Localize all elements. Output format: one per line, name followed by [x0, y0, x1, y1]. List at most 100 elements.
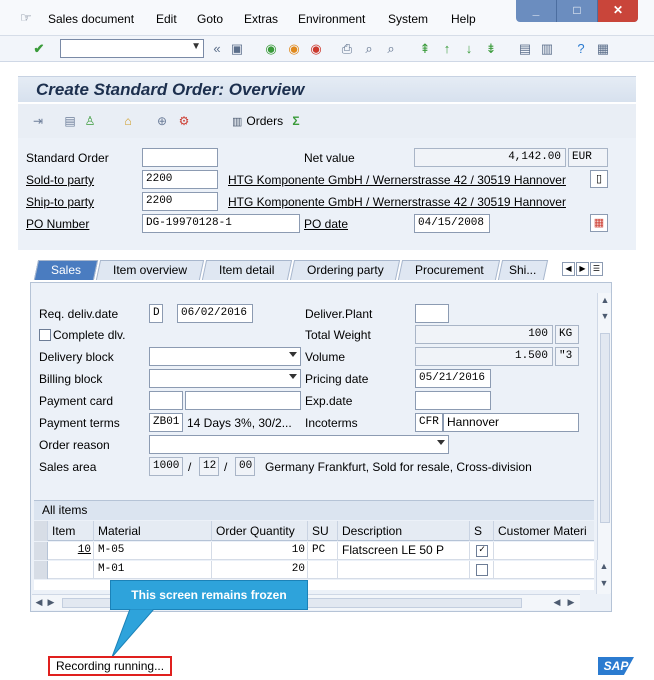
- cancel-icon[interactable]: ◉: [307, 40, 325, 58]
- scroll-left-icon[interactable]: ◀: [34, 597, 44, 608]
- cell-material[interactable]: M-05: [94, 542, 212, 560]
- tab-scroll-right-icon[interactable]: ▶: [576, 262, 589, 276]
- tab-procurement[interactable]: Procurement: [397, 260, 501, 280]
- cell-description[interactable]: Flatscreen LE 50 P: [338, 542, 470, 560]
- new-session-icon[interactable]: ▤: [516, 40, 534, 58]
- partner-icon[interactable]: ♙: [82, 113, 98, 129]
- billing-block-dropdown[interactable]: [149, 369, 301, 388]
- chevron-down-icon[interactable]: ▼: [191, 41, 201, 52]
- complete-dlv-checkbox[interactable]: [39, 329, 51, 341]
- maximize-button[interactable]: □: [557, 0, 598, 22]
- cell-order-quantity[interactable]: 20: [212, 561, 308, 579]
- column-su[interactable]: SU: [308, 521, 338, 541]
- req-deliv-date-field[interactable]: 06/02/2016: [177, 304, 253, 323]
- menu-extras[interactable]: Extras: [244, 12, 278, 26]
- column-customer-material[interactable]: Customer Materi: [494, 521, 594, 541]
- po-number-field[interactable]: DG-19970128-1: [142, 214, 300, 233]
- scroll-up-icon[interactable]: ▲: [597, 561, 611, 571]
- sum-icon[interactable]: Σ: [288, 113, 304, 129]
- collapse-icon[interactable]: «: [208, 40, 226, 58]
- display-doc-flow-icon[interactable]: ⇥: [30, 113, 46, 129]
- find-next-icon[interactable]: ⌕: [382, 40, 400, 58]
- incoterms-text-field[interactable]: Hannover: [443, 413, 579, 432]
- row-selector[interactable]: [34, 542, 48, 560]
- next-page-icon[interactable]: ↓: [460, 40, 478, 58]
- back-icon[interactable]: ◉: [262, 40, 280, 58]
- payment-card-type-field[interactable]: [149, 391, 183, 410]
- cell-su[interactable]: PC: [308, 542, 338, 560]
- payment-terms-field[interactable]: ZB01: [149, 413, 183, 432]
- configuration-icon[interactable]: ⚙: [176, 113, 192, 129]
- menu-system[interactable]: System: [388, 12, 428, 26]
- row-selector[interactable]: [34, 561, 48, 579]
- tab-item-detail[interactable]: Item detail: [201, 260, 293, 280]
- ship-to-label[interactable]: Ship-to party: [26, 195, 94, 209]
- calendar-icon[interactable]: ▦: [590, 214, 608, 232]
- standard-order-field[interactable]: [142, 148, 218, 167]
- last-page-icon[interactable]: ⇟: [482, 40, 500, 58]
- shortcut-icon[interactable]: ▥: [538, 40, 556, 58]
- cell-customer-material[interactable]: [494, 542, 594, 560]
- menu-edit[interactable]: Edit: [156, 12, 177, 26]
- column-material[interactable]: Material: [94, 521, 212, 541]
- column-description[interactable]: Description: [338, 521, 470, 541]
- req-deliv-type-field[interactable]: D: [149, 304, 163, 323]
- close-button[interactable]: ✕: [598, 0, 638, 22]
- table-row[interactable]: M-01 20: [34, 561, 594, 579]
- header-output-icon[interactable]: ▤: [62, 113, 78, 129]
- column-s[interactable]: S: [470, 521, 494, 541]
- sold-to-field[interactable]: 2200: [142, 170, 218, 189]
- print-icon[interactable]: ⎙: [338, 40, 356, 58]
- menu-icon[interactable]: ☞: [20, 10, 32, 26]
- row-checkbox[interactable]: ✓: [476, 545, 488, 557]
- find-icon[interactable]: ⌕: [360, 40, 378, 58]
- tab-item-overview[interactable]: Item overview: [95, 260, 205, 280]
- ship-to-field[interactable]: 2200: [142, 192, 218, 211]
- command-field[interactable]: ▼: [60, 39, 204, 58]
- delivery-block-dropdown[interactable]: [149, 347, 301, 366]
- header-detail-icon[interactable]: ⌂: [120, 113, 136, 129]
- po-number-label[interactable]: PO Number: [26, 217, 89, 231]
- pricing-date-field[interactable]: 05/21/2016: [415, 369, 491, 388]
- tab-sales[interactable]: Sales: [33, 260, 99, 280]
- column-item[interactable]: Item: [48, 521, 94, 541]
- panel-scrollbar[interactable]: ▲ ▼: [597, 293, 611, 593]
- document-icon[interactable]: ▯: [590, 170, 608, 188]
- item-detail-icon[interactable]: ⊕: [154, 113, 170, 129]
- tab-scroll-left-icon[interactable]: ◀: [562, 262, 575, 276]
- orders-button[interactable]: ▥ Orders: [232, 111, 283, 131]
- cell-item[interactable]: 10: [48, 542, 94, 560]
- scroll-left-icon[interactable]: ◀: [552, 597, 562, 608]
- table-row[interactable]: 10 M-05 10 PC Flatscreen LE 50 P ✓: [34, 542, 594, 560]
- row-checkbox[interactable]: [476, 564, 488, 576]
- incoterms-code-field[interactable]: CFR: [415, 413, 443, 432]
- sold-to-label[interactable]: Sold-to party: [26, 173, 94, 187]
- enter-icon[interactable]: ✔: [30, 40, 48, 58]
- scroll-down-icon[interactable]: ▼: [597, 578, 611, 588]
- scroll-right-icon[interactable]: ▶: [566, 597, 576, 608]
- cell-order-quantity[interactable]: 10: [212, 542, 308, 560]
- po-date-label[interactable]: PO date: [304, 217, 348, 231]
- cell-description[interactable]: [338, 561, 470, 579]
- prev-page-icon[interactable]: ↑: [438, 40, 456, 58]
- payment-card-field[interactable]: [185, 391, 301, 410]
- menu-goto[interactable]: Goto: [197, 12, 223, 26]
- tab-list-icon[interactable]: ☰: [590, 262, 603, 276]
- menu-environment[interactable]: Environment: [298, 12, 365, 26]
- cell-customer-material[interactable]: [494, 561, 594, 579]
- first-page-icon[interactable]: ⇞: [416, 40, 434, 58]
- scroll-right-icon[interactable]: ▶: [46, 597, 56, 608]
- menu-help[interactable]: Help: [451, 12, 476, 26]
- table-vertical-scrollbar[interactable]: ▲ ▼: [596, 560, 610, 594]
- menu-sales-document[interactable]: Sales document: [48, 12, 134, 26]
- column-order-quantity[interactable]: Order Quantity: [212, 521, 308, 541]
- help-icon[interactable]: ?: [572, 40, 590, 58]
- tab-ordering-party[interactable]: Ordering party: [289, 260, 401, 280]
- minimize-button[interactable]: _: [516, 0, 557, 22]
- cell-material[interactable]: M-01: [94, 561, 212, 579]
- tab-shipping[interactable]: Shi...: [497, 260, 549, 280]
- order-reason-dropdown[interactable]: [149, 435, 449, 454]
- scroll-down-icon[interactable]: ▼: [598, 311, 612, 321]
- layout-icon[interactable]: ▦: [594, 40, 612, 58]
- cell-su[interactable]: [308, 561, 338, 579]
